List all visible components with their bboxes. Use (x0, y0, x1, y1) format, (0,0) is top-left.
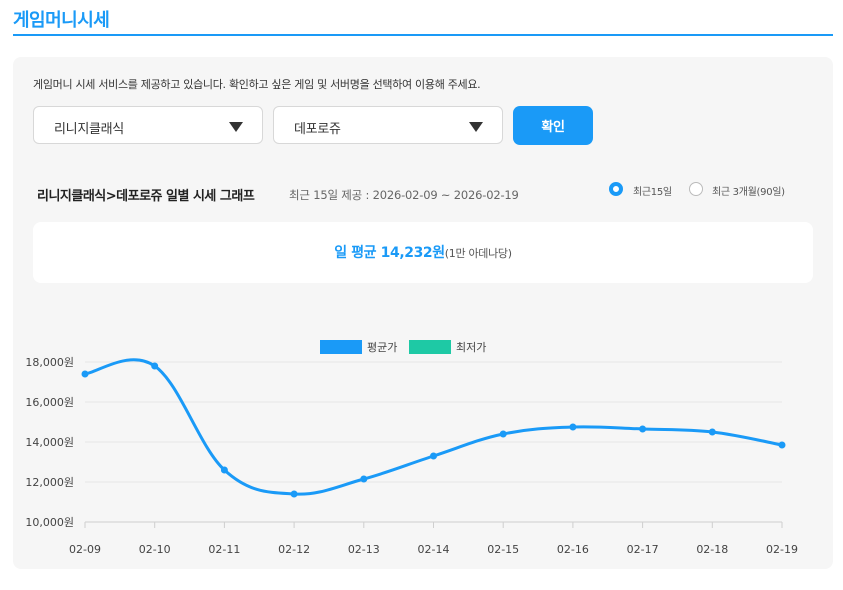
x-tick-label: 02-10 (139, 543, 171, 556)
x-tick-label: 02-17 (627, 543, 659, 556)
x-tick-label: 02-11 (208, 543, 240, 556)
legend-swatch (409, 340, 451, 354)
data-point (708, 428, 716, 436)
data-point (499, 430, 507, 438)
y-tick-label: 14,000원 (25, 436, 74, 449)
x-tick-label: 02-12 (278, 543, 310, 556)
x-tick-label: 02-09 (69, 543, 101, 556)
x-tick-label: 02-18 (696, 543, 728, 556)
data-point (290, 490, 298, 498)
data-point (151, 362, 159, 370)
y-tick-label: 18,000원 (25, 356, 74, 369)
x-tick-label: 02-14 (418, 543, 450, 556)
data-point (639, 425, 647, 433)
data-point (81, 370, 89, 378)
x-tick-label: 02-16 (557, 543, 589, 556)
data-point (360, 475, 368, 483)
y-tick-label: 10,000원 (25, 516, 74, 529)
data-point (778, 441, 786, 449)
series-line (84, 358, 783, 496)
y-tick-label: 16,000원 (25, 396, 74, 409)
data-point (569, 423, 577, 431)
x-tick-label: 02-15 (487, 543, 519, 556)
data-point (220, 466, 228, 474)
legend-label: 평균가 (367, 341, 397, 354)
price-line-chart: 10,000원 12,000원 14,000원 16,000원 18,000원 02-09… (25, 340, 798, 556)
data-point (430, 452, 437, 460)
legend-label: 최저가 (456, 341, 486, 354)
x-tick-label: 02-13 (348, 543, 380, 556)
x-tick-label: 02-19 (766, 543, 798, 556)
y-tick-label: 12,000원 (25, 476, 74, 489)
legend-swatch (320, 340, 362, 354)
